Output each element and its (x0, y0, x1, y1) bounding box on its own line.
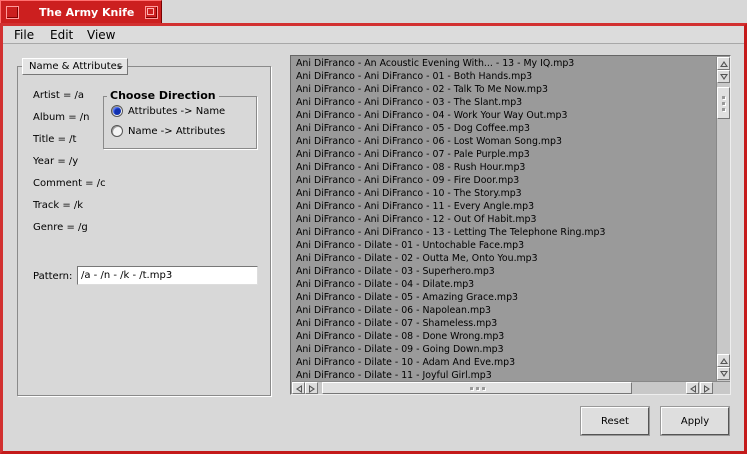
arrow-left-icon (296, 385, 302, 393)
horizontal-scroll-thumb[interactable] (322, 382, 632, 394)
grip-icon (722, 96, 725, 99)
file-list-item[interactable]: Ani DiFranco - Ani DiFranco - 04 - Work … (292, 109, 716, 122)
title-bar[interactable]: The Army Knife (0, 0, 747, 24)
file-list-item[interactable]: Ani DiFranco - Dilate - 02 - Outta Me, O… (292, 252, 716, 265)
direction-group-box (103, 96, 257, 149)
file-list-item[interactable]: Ani DiFranco - Dilate - 09 - Going Down.… (292, 343, 716, 356)
attribute-legend-item: Comment = /c (33, 178, 106, 189)
grip-icon (722, 108, 725, 111)
attribute-legend-item: Album = /n (33, 112, 90, 123)
radio-label-name-to-attributes[interactable]: Name -> Attributes (128, 126, 225, 137)
scroll-right-button-left[interactable] (305, 382, 318, 394)
direction-title: Choose Direction (107, 89, 219, 102)
scroll-left-button[interactable] (292, 382, 305, 394)
attribute-legend-item: Track = /k (33, 200, 84, 211)
arrow-up-icon (720, 61, 728, 67)
file-list-item[interactable]: Ani DiFranco - Dilate - 01 - Untochable … (292, 239, 716, 252)
apply-button[interactable]: Apply (661, 407, 729, 435)
file-list-item[interactable]: Ani DiFranco - Dilate - 08 - Done Wrong.… (292, 330, 716, 343)
chevron-down-icon (117, 66, 123, 69)
menu-view[interactable]: View (87, 28, 115, 42)
grip-icon (476, 387, 479, 390)
file-list-item[interactable]: Ani DiFranco - Ani DiFranco - 02 - Talk … (292, 83, 716, 96)
file-list-item[interactable]: Ani DiFranco - Dilate - 11 - Joyful Girl… (292, 369, 716, 381)
file-list[interactable]: Ani DiFranco - An Acoustic Evening With.… (292, 57, 716, 381)
file-list-item[interactable]: Ani DiFranco - Dilate - 07 - Shameless.m… (292, 317, 716, 330)
file-list-item[interactable]: Ani DiFranco - Ani DiFranco - 05 - Dog C… (292, 122, 716, 135)
file-list-item[interactable]: Ani DiFranco - Dilate - 05 - Amazing Gra… (292, 291, 716, 304)
file-list-item[interactable]: Ani DiFranco - Dilate - 03 - Superhero.m… (292, 265, 716, 278)
pattern-input[interactable] (77, 266, 258, 285)
scroll-right-button[interactable] (700, 382, 713, 394)
arrow-down-icon (720, 371, 728, 377)
grip-icon (470, 387, 473, 390)
menu-bar: File Edit View (3, 26, 744, 44)
file-list-item[interactable]: Ani DiFranco - Ani DiFranco - 10 - The S… (292, 187, 716, 200)
title-tab[interactable]: The Army Knife (0, 0, 162, 23)
arrow-left-icon (690, 385, 696, 393)
menu-edit[interactable]: Edit (50, 28, 73, 42)
file-list-item[interactable]: Ani DiFranco - Dilate - 06 - Napolean.mp… (292, 304, 716, 317)
mode-menu-label: Name & Attributes (29, 61, 123, 72)
radio-label-attributes-to-name[interactable]: Attributes -> Name (128, 106, 225, 117)
file-list-item[interactable]: Ani DiFranco - Dilate - 10 - Adam And Ev… (292, 356, 716, 369)
scroll-down-button-top[interactable] (717, 70, 730, 83)
mode-menu-field[interactable]: Name & Attributes (22, 58, 128, 75)
file-list-item[interactable]: Ani DiFranco - An Acoustic Evening With.… (292, 57, 716, 70)
arrow-right-icon (704, 385, 710, 393)
arrow-down-icon (720, 74, 728, 80)
attribute-legend-item: Genre = /g (33, 222, 88, 233)
zoom-box-icon[interactable] (145, 6, 158, 19)
grip-icon (482, 387, 485, 390)
file-list-item[interactable]: Ani DiFranco - Ani DiFranco - 06 - Lost … (292, 135, 716, 148)
attribute-legend-item: Title = /t (33, 134, 77, 145)
arrow-right-icon (309, 385, 315, 393)
menu-file[interactable]: File (14, 28, 34, 42)
file-list-item[interactable]: Ani DiFranco - Ani DiFranco - 11 - Every… (292, 200, 716, 213)
pattern-label: Pattern: (33, 271, 73, 282)
vertical-scroll-thumb[interactable] (717, 87, 730, 119)
file-list-item[interactable]: Ani DiFranco - Dilate - 04 - Dilate.mp3 (292, 278, 716, 291)
scroll-left-button-right[interactable] (686, 382, 699, 394)
file-list-item[interactable]: Ani DiFranco - Ani DiFranco - 09 - Fire … (292, 174, 716, 187)
scroll-up-button[interactable] (717, 57, 730, 70)
reset-button[interactable]: Reset (581, 407, 649, 435)
attribute-legend-item: Year = /y (33, 156, 79, 167)
grip-icon (722, 102, 725, 105)
vertical-scrollbar[interactable] (716, 57, 730, 381)
radio-attributes-to-name[interactable] (111, 105, 123, 117)
file-list-item[interactable]: Ani DiFranco - Ani DiFranco - 01 - Both … (292, 70, 716, 83)
file-list-item[interactable]: Ani DiFranco - Ani DiFranco - 12 - Out O… (292, 213, 716, 226)
close-box-icon[interactable] (6, 6, 19, 19)
file-list-item[interactable]: Ani DiFranco - Ani DiFranco - 07 - Pale … (292, 148, 716, 161)
attribute-legend-item: Artist = /a (33, 90, 85, 101)
arrow-up-icon (720, 358, 728, 364)
file-list-item[interactable]: Ani DiFranco - Ani DiFranco - 08 - Rush … (292, 161, 716, 174)
horizontal-scrollbar[interactable] (292, 381, 730, 394)
scroll-down-button[interactable] (717, 367, 730, 380)
file-list-item[interactable]: Ani DiFranco - Ani DiFranco - 13 - Letti… (292, 226, 716, 239)
scroll-up-button-bottom[interactable] (717, 354, 730, 367)
radio-name-to-attributes[interactable] (111, 125, 123, 137)
window-title: The Army Knife (39, 6, 135, 19)
file-list-item[interactable]: Ani DiFranco - Ani DiFranco - 03 - The S… (292, 96, 716, 109)
